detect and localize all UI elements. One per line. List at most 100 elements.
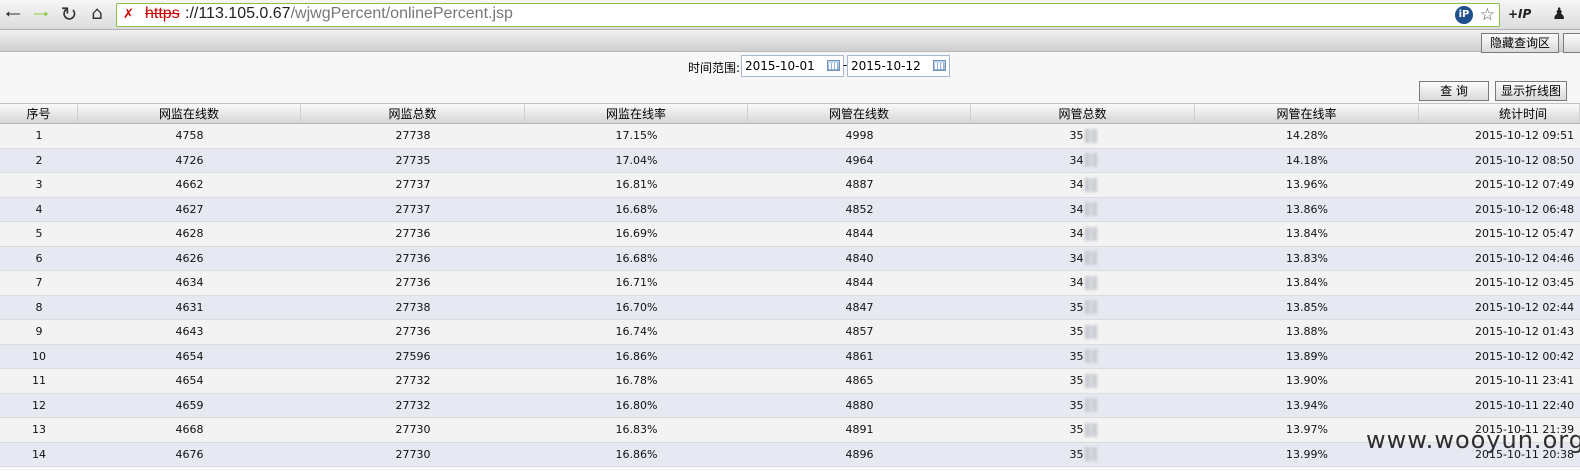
redacted-blur — [1084, 398, 1097, 413]
table-row[interactable]: 11 4654 27732 16.78% 4865 35 13.90% 2015-10-11 … — [0, 369, 1580, 394]
query-button[interactable]: 查 询 — [1419, 81, 1489, 101]
wj-online-cell: 4662 — [78, 173, 301, 197]
wj-total-cell-text: 27732 — [395, 374, 431, 388]
row-index: 14 — [0, 443, 78, 467]
extension-user-icon[interactable]: ♟ — [1552, 4, 1566, 23]
table-header: 序号 网监在线数 网监总数 网监在线率 网管在线数 网管总数 网管在线率 统计时… — [0, 103, 1580, 124]
table-row[interactable]: 13 4668 27730 16.83% 4891 35 13.97% 2015-10-11 … — [0, 418, 1580, 443]
address-bar[interactable]: ✗ https ://113.105.0.67/wjwgPercent/onli… — [116, 3, 1500, 27]
start-date-input[interactable]: 2015-10-01 — [741, 55, 844, 77]
wj-total-cell: 27735 — [301, 149, 525, 173]
column-header-time[interactable]: 统计时间 — [1419, 104, 1580, 123]
wj-rate-cell: 17.04% — [525, 149, 748, 173]
calendar-icon[interactable] — [827, 60, 840, 71]
wg-online-cell: 4891 — [748, 418, 971, 442]
wj-online-cell-text: 4659 — [175, 398, 204, 412]
row-index: 11 — [0, 369, 78, 393]
redacted-blur — [1084, 226, 1097, 241]
time-cell-text: 2015-10-12 05:47 — [1475, 227, 1575, 241]
column-header-index[interactable]: 序号 — [0, 104, 78, 123]
wg-online-cell-text: 4840 — [845, 251, 874, 265]
table-row[interactable]: 12 4659 27732 16.80% 4880 35 13.94% 2015-10-11 … — [0, 393, 1580, 418]
column-header-wj-total[interactable]: 网监总数 — [301, 104, 525, 123]
row-index-text: 11 — [32, 374, 46, 388]
wg-online-cell: 4865 — [748, 369, 971, 393]
wg-rate-cell: 13.83% — [1195, 247, 1419, 271]
wj-online-cell-text: 4662 — [175, 178, 204, 192]
wj-rate-cell: 17.15% — [525, 124, 748, 148]
redacted-blur — [1084, 300, 1097, 315]
table-row[interactable]: 6 4626 27736 16.68% 4840 34 13.83% 2015-10-12 0… — [0, 246, 1580, 271]
wj-online-cell-text: 4654 — [175, 349, 204, 363]
wj-rate-cell: 16.86% — [525, 345, 748, 369]
table-row[interactable]: 14 4676 27730 16.86% 4896 35 13.99% 2015-10-11 … — [0, 442, 1580, 467]
wj-rate-cell-text: 16.81% — [615, 178, 658, 192]
wj-online-cell: 4643 — [78, 320, 301, 344]
wg-online-cell: 4964 — [748, 149, 971, 173]
wj-rate-cell-text: 16.78% — [615, 374, 658, 388]
wj-rate-cell: 16.81% — [525, 173, 748, 197]
wj-total-cell-text: 27738 — [395, 129, 431, 143]
time-cell: 2015-10-12 03:45 — [1419, 271, 1580, 295]
wg-total-cell-text: 35 — [1069, 300, 1084, 314]
wg-rate-cell-text: 13.86% — [1286, 202, 1328, 216]
show-line-chart-button[interactable]: 显示折线图 — [1495, 81, 1567, 101]
forward-arrow-icon[interactable]: 🠂 — [30, 3, 52, 25]
hide-query-area-button[interactable]: 隐藏查询区 — [1481, 33, 1559, 53]
wj-online-cell: 4676 — [78, 443, 301, 467]
wj-online-cell-text: 4628 — [175, 227, 204, 241]
wg-total-cell: 34 — [971, 173, 1195, 197]
wj-online-cell-text: 4726 — [175, 153, 204, 167]
wj-total-cell-text: 27737 — [395, 178, 431, 192]
wj-rate-cell-text: 16.80% — [615, 398, 658, 412]
column-header-wj-online[interactable]: 网监在线数 — [78, 104, 301, 123]
time-cell: 2015-10-12 01:43 — [1419, 320, 1580, 344]
wj-online-cell: 4758 — [78, 124, 301, 148]
wj-total-cell-text: 27735 — [395, 153, 431, 167]
time-cell-text: 2015-10-12 07:49 — [1475, 178, 1575, 192]
table-row[interactable]: 1 4758 27738 17.15% 4998 35 14.28% 2015-10-12 0… — [0, 124, 1580, 149]
wg-total-cell: 34 — [971, 271, 1195, 295]
wg-total-cell: 34 — [971, 198, 1195, 222]
back-arrow-icon[interactable]: 🠀 — [2, 3, 24, 25]
wj-total-cell: 27736 — [301, 247, 525, 271]
ip-badge-icon[interactable]: iP — [1455, 6, 1473, 24]
edge-button[interactable] — [1563, 33, 1580, 53]
extension-ip-button[interactable]: +IP — [1508, 7, 1531, 21]
wg-online-cell-text: 4844 — [845, 276, 874, 290]
table-row[interactable]: 8 4631 27738 16.70% 4847 35 13.85% 2015-10-12 0… — [0, 295, 1580, 320]
wg-rate-cell-text: 14.28% — [1286, 129, 1328, 143]
table-row[interactable]: 4 4627 27737 16.68% 4852 34 13.86% 2015-10-12 0… — [0, 197, 1580, 222]
wg-rate-cell-text: 13.84% — [1286, 227, 1328, 241]
row-index: 10 — [0, 345, 78, 369]
end-date-input[interactable]: 2015-10-12 — [847, 55, 950, 77]
url-text: ://113.105.0.67/wjwgPercent/onlinePercen… — [185, 5, 513, 23]
redacted-blur — [1084, 275, 1097, 290]
column-header-wg-rate[interactable]: 网管在线率 — [1195, 104, 1419, 123]
table-row[interactable]: 7 4634 27736 16.71% 4844 34 13.84% 2015-10-12 0… — [0, 271, 1580, 296]
wg-total-cell: 35 — [971, 369, 1195, 393]
wg-rate-cell-text: 13.84% — [1286, 276, 1328, 290]
wg-online-cell-text: 4844 — [845, 227, 874, 241]
wj-rate-cell-text: 17.04% — [615, 153, 658, 167]
row-index: 1 — [0, 124, 78, 148]
wj-rate-cell-text: 16.70% — [615, 300, 658, 314]
table-row[interactable]: 10 4654 27596 16.86% 4861 35 13.89% 2015-10-12 … — [0, 344, 1580, 369]
time-cell: 2015-10-12 08:50 — [1419, 149, 1580, 173]
column-header-wg-total[interactable]: 网管总数 — [971, 104, 1195, 123]
wg-online-cell-text: 4964 — [845, 153, 874, 167]
wg-rate-cell: 13.84% — [1195, 271, 1419, 295]
row-index: 4 — [0, 198, 78, 222]
table-row[interactable]: 5 4628 27736 16.69% 4844 34 13.84% 2015-10-12 0… — [0, 222, 1580, 247]
column-header-wg-online[interactable]: 网管在线数 — [748, 104, 971, 123]
reload-icon[interactable]: ↻ — [58, 3, 80, 25]
table-row[interactable]: 9 4643 27736 16.74% 4857 35 13.88% 2015-10-12 0… — [0, 320, 1580, 345]
table-row[interactable]: 2 4726 27735 17.04% 4964 34 14.18% 2015-10-12 0… — [0, 148, 1580, 173]
wg-rate-cell: 13.85% — [1195, 296, 1419, 320]
column-header-wj-rate[interactable]: 网监在线率 — [525, 104, 748, 123]
bookmark-star-icon[interactable]: ☆ — [1480, 5, 1495, 25]
calendar-icon[interactable] — [933, 60, 946, 71]
home-icon[interactable]: ⌂ — [86, 3, 108, 25]
wj-online-cell: 4631 — [78, 296, 301, 320]
table-row[interactable]: 3 4662 27737 16.81% 4887 34 13.96% 2015-10-12 0… — [0, 173, 1580, 198]
